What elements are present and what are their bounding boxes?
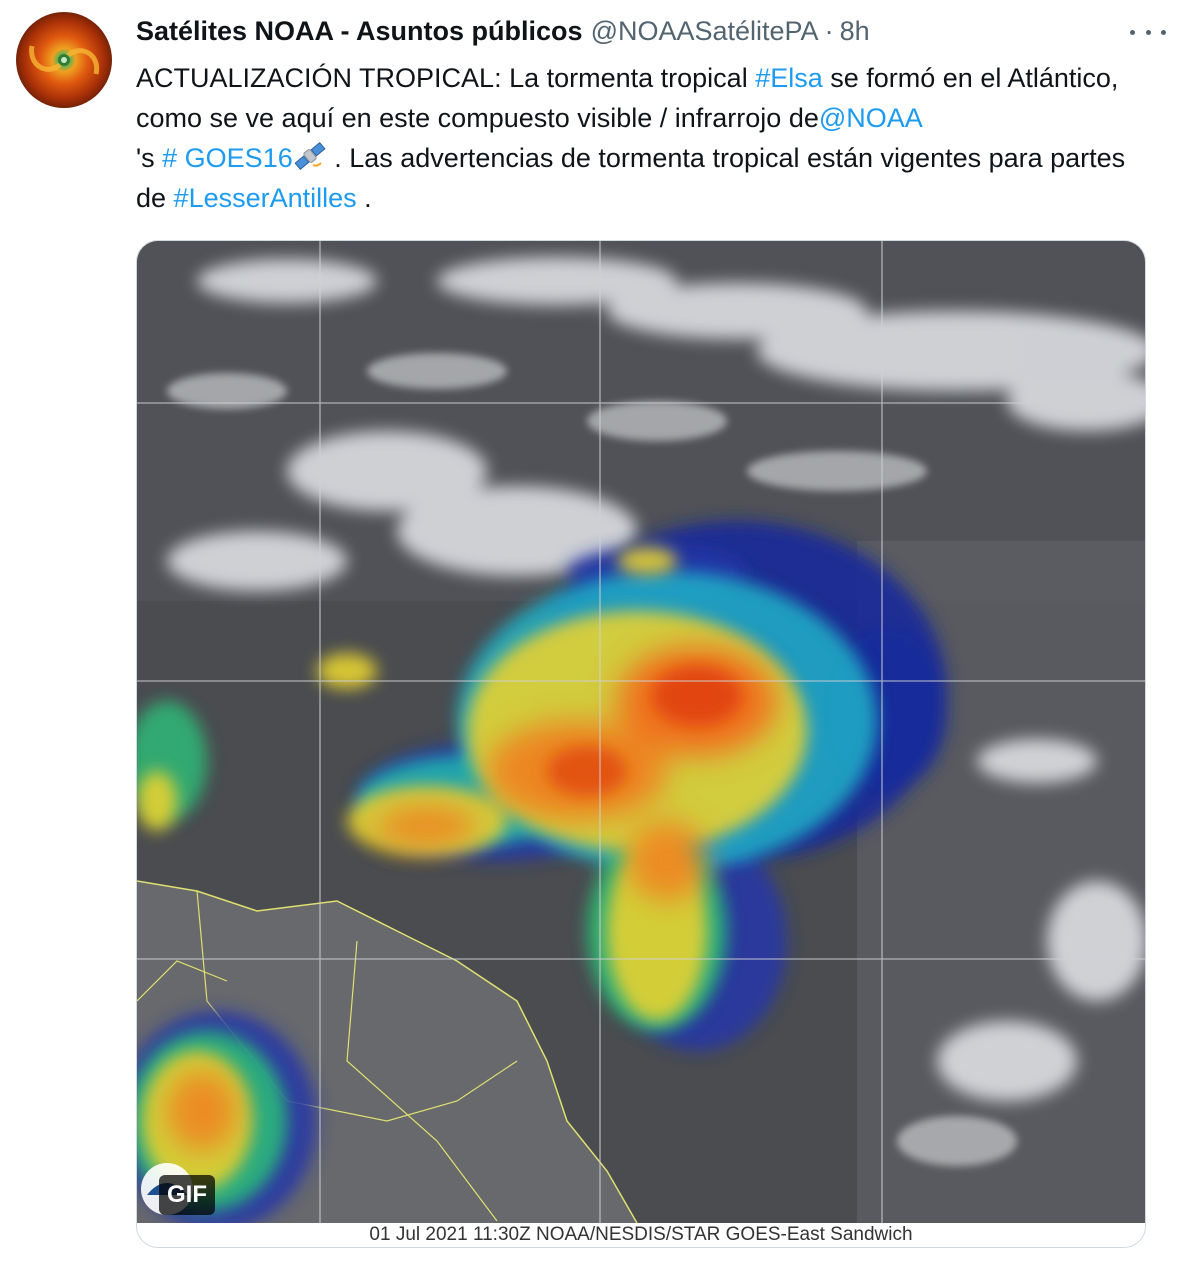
mention-noaa[interactable]: @NOAA	[819, 103, 923, 133]
display-name[interactable]: Satélites NOAA - Asuntos públicos	[136, 16, 583, 47]
hashtag-goes16[interactable]: # GOES16	[162, 143, 293, 173]
tweet-text-part: 's	[136, 143, 163, 173]
gif-badge: GIF	[159, 1175, 215, 1215]
hashtag-elsa[interactable]: #Elsa	[755, 63, 823, 93]
satellite-imagery	[137, 241, 1145, 1223]
tweet-header: Satélites NOAA - Asuntos públicos @NOAAS…	[136, 16, 1110, 52]
image-caption: 01 Jul 2021 11:30Z NOAA/NESDIS/STAR GOES…	[369, 1224, 913, 1245]
more-horizontal-icon	[1130, 29, 1135, 35]
timestamp[interactable]: 8h	[840, 16, 870, 47]
tweet[interactable]: Satélites NOAA - Asuntos públicos @NOAAS…	[0, 0, 1200, 1264]
avatar[interactable]	[16, 12, 112, 108]
tweet-text-part: ACTUALIZACIÓN TROPICAL: La tormenta trop…	[136, 63, 756, 93]
more-horizontal-icon	[1145, 29, 1151, 35]
user-handle[interactable]: @NOAASatélitePA	[591, 16, 819, 47]
satellite-image-media[interactable]: GIF 01 Jul 2021 11:30Z NOAA/NESDIS/STAR …	[136, 240, 1146, 1248]
hurricane-avatar	[16, 12, 112, 108]
more-options-button[interactable]	[1130, 18, 1166, 46]
satellite-emoji-icon	[294, 141, 326, 171]
separator-dot: ·	[824, 16, 834, 46]
hashtag-lesser-antilles[interactable]: #LesserAntilles	[174, 183, 357, 213]
tweet-text: ACTUALIZACIÓN TROPICAL: La tormenta trop…	[136, 58, 1146, 218]
more-horizontal-icon	[1161, 29, 1166, 35]
tweet-text-part: .	[356, 183, 372, 213]
